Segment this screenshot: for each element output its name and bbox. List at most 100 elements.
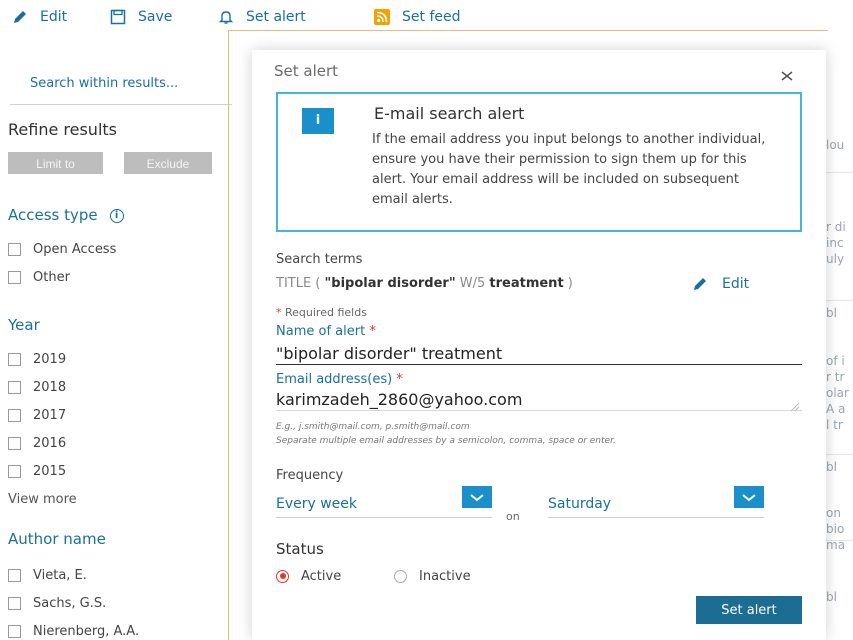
result-fragment: r tr — [826, 370, 845, 384]
on-label: on — [506, 510, 520, 523]
search-within-field — [10, 62, 232, 105]
facet-option-label: Other — [33, 269, 70, 285]
checkbox[interactable] — [8, 464, 21, 478]
checkbox[interactable] — [8, 624, 21, 638]
required-fields-note: * Required fields — [276, 306, 367, 319]
search-within-input[interactable] — [10, 62, 232, 104]
result-fragment: uly — [826, 252, 845, 266]
facet-option-other[interactable]: Other — [8, 268, 70, 286]
set-feed-action[interactable]: Set feed — [374, 8, 460, 26]
radio-label: Active — [301, 568, 342, 584]
day-select[interactable]: Saturday — [548, 486, 764, 518]
required-star: * — [369, 324, 376, 339]
info-icon: i — [302, 108, 334, 134]
email-input[interactable] — [276, 388, 802, 411]
close-icon[interactable] — [778, 66, 796, 84]
facet-option-author[interactable]: Sachs, G.S. — [8, 594, 106, 612]
results-toolbar: Edit Save Set alert Set feed — [0, 0, 853, 34]
frequency-value: Every week — [276, 496, 358, 512]
limit-to-button[interactable]: Limit to — [8, 152, 103, 174]
facet-option-author[interactable]: Nierenberg, A.A. — [8, 622, 139, 640]
query-term: treatment — [489, 276, 564, 291]
facet-option-label: Sachs, G.S. — [33, 595, 107, 611]
chevron-down-icon[interactable] — [462, 486, 492, 508]
access-type-label: Access type — [8, 206, 98, 224]
set-alert-action[interactable]: Set alert — [218, 8, 306, 26]
status-inactive-radio[interactable]: Inactive — [394, 568, 471, 584]
field-label-text: Email address(es) — [276, 372, 393, 387]
checkbox[interactable] — [8, 270, 21, 284]
result-fragment: on — [826, 506, 841, 520]
status-label: Status — [276, 540, 324, 558]
checkbox[interactable] — [8, 352, 21, 366]
access-type-heading: Access type i — [8, 206, 124, 224]
refine-results-heading: Refine results — [8, 120, 117, 139]
checkbox[interactable] — [8, 408, 21, 422]
divider — [826, 172, 853, 173]
checkbox[interactable] — [8, 380, 21, 394]
save-label: Save — [138, 9, 173, 25]
dialog-title: Set alert — [274, 62, 339, 80]
rss-feed-icon — [374, 9, 390, 25]
facet-option-label: Vieta, E. — [33, 567, 87, 583]
save-action[interactable]: Save — [110, 8, 172, 26]
info-box-title: E-mail search alert — [374, 104, 525, 123]
divider — [826, 454, 853, 455]
checkbox[interactable] — [8, 436, 21, 450]
set-alert-dialog: Set alert i E-mail search alert If the e… — [252, 50, 826, 640]
checkbox[interactable] — [8, 568, 21, 582]
facet-option-2017[interactable]: 2017 — [8, 406, 66, 424]
edit-label: Edit — [722, 276, 750, 292]
year-heading: Year — [8, 316, 40, 334]
alert-name-input[interactable] — [276, 342, 802, 365]
facet-option-2015[interactable]: 2015 — [8, 462, 66, 480]
facet-option-label: 2018 — [33, 379, 67, 395]
facet-option-label: Open Access — [33, 241, 117, 257]
edit-action[interactable]: Edit — [12, 8, 67, 26]
email-example-hint: E.g., j.smith@mail.com, p.smith@mail.com — [276, 422, 470, 432]
facet-option-2016[interactable]: 2016 — [8, 434, 66, 452]
email-label: Email address(es) * — [276, 372, 403, 387]
radio-selected[interactable] — [276, 569, 289, 583]
exclude-button[interactable]: Exclude — [124, 152, 212, 174]
required-note-text: Required fields — [285, 306, 367, 319]
facet-option-2018[interactable]: 2018 — [8, 378, 66, 396]
info-icon[interactable]: i — [109, 208, 124, 223]
email-alert-info-box: i E-mail search alert If the email addre… — [276, 92, 802, 232]
view-more-link[interactable]: View more — [8, 492, 77, 507]
facet-option-author[interactable]: Vieta, E. — [8, 566, 87, 584]
facet-option-2019[interactable]: 2019 — [8, 350, 66, 368]
status-active-radio[interactable]: Active — [276, 568, 341, 584]
query-operator: W/5 — [455, 276, 490, 291]
set-alert-button[interactable]: Set alert — [696, 596, 802, 624]
divider — [826, 300, 853, 301]
result-fragment: A a — [826, 402, 846, 416]
pencil-icon — [14, 11, 26, 23]
divider — [826, 540, 853, 541]
email-separator-hint: Separate multiple email addresses by a s… — [276, 436, 616, 446]
edit-search-terms-link[interactable]: Edit — [692, 276, 749, 292]
pencil-icon — [694, 278, 706, 290]
checkbox[interactable] — [8, 596, 21, 610]
frequency-select[interactable]: Every week — [276, 486, 492, 518]
floppy-disk-icon — [110, 9, 126, 25]
set-feed-label: Set feed — [402, 9, 461, 25]
facet-option-label: 2016 — [33, 435, 67, 451]
result-fragment: lou — [826, 138, 845, 152]
resize-handle-icon[interactable] — [788, 402, 800, 412]
required-star: * — [396, 372, 403, 387]
chevron-down-icon[interactable] — [734, 486, 764, 508]
query-prefix: TITLE ( — [276, 276, 325, 291]
bell-icon — [218, 11, 234, 24]
checkbox[interactable] — [8, 242, 21, 256]
result-fragment: of i — [826, 354, 845, 368]
radio-unselected[interactable] — [394, 569, 407, 583]
edit-label: Edit — [40, 9, 68, 25]
result-fragment: l tr — [826, 418, 843, 432]
result-fragment: bio — [826, 522, 845, 536]
facet-option-label: 2015 — [33, 463, 67, 479]
facet-option-open-access[interactable]: Open Access — [8, 240, 116, 258]
day-value: Saturday — [548, 496, 612, 512]
query-term: "bipolar disorder" — [324, 276, 456, 291]
field-label-text: Name of alert — [276, 324, 366, 339]
